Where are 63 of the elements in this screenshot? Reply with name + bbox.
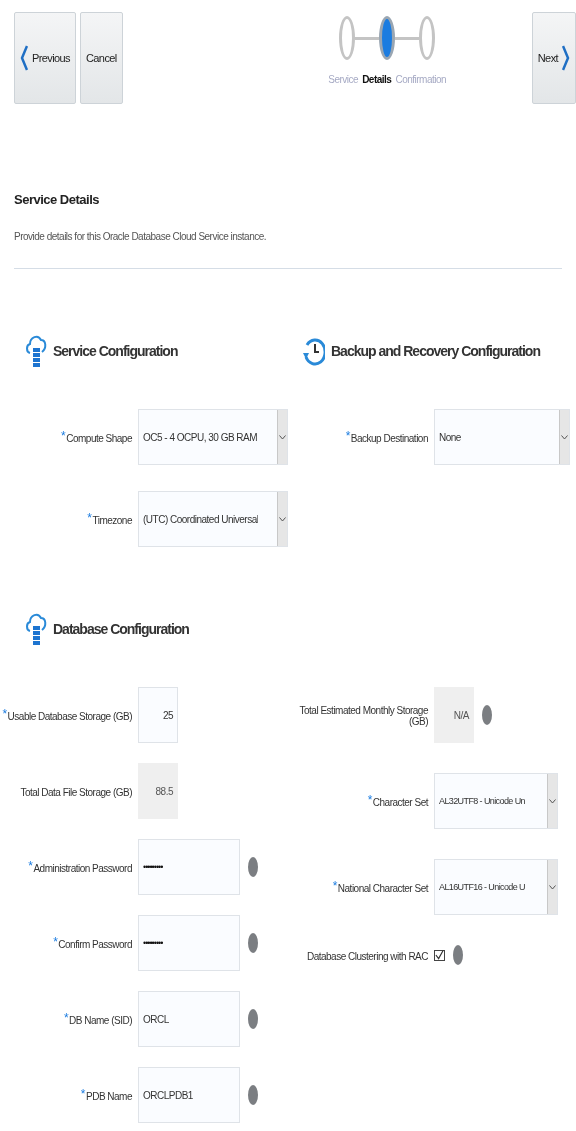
field-label: National Character Set xyxy=(337,881,428,894)
required-mark: * xyxy=(367,794,372,805)
dropdown-field[interactable]: AL16UTF16 - Unicode U xyxy=(434,859,558,915)
step-connector xyxy=(395,36,420,40)
dropdown-field[interactable]: AL32UTF8 - Unicode Un xyxy=(434,773,558,829)
required-mark: * xyxy=(28,860,33,871)
help-icon[interactable] xyxy=(248,857,258,877)
field-label: Database Clustering with RAC xyxy=(306,949,428,962)
step-dot[interactable] xyxy=(379,16,396,60)
chevron-right-icon xyxy=(562,45,570,71)
chevron-down-icon xyxy=(549,798,556,804)
input-field[interactable]: ORCLPDB1 xyxy=(138,1067,240,1123)
field-label: Total Data File Storage (GB) xyxy=(20,785,132,798)
step-dot[interactable] xyxy=(339,16,356,60)
help-icon[interactable] xyxy=(248,933,258,953)
checkbox[interactable] xyxy=(434,949,445,961)
field-label: PDB Name xyxy=(86,1089,132,1102)
readonly-field: N/A xyxy=(434,687,474,743)
field-label: Character Set xyxy=(372,795,428,808)
help-icon[interactable] xyxy=(482,705,492,725)
password-field[interactable]: ••••••••• xyxy=(138,915,240,971)
page-title: Service Details xyxy=(14,192,100,207)
required-mark: * xyxy=(332,880,337,891)
previous-button[interactable]: Previous xyxy=(14,12,76,104)
help-icon[interactable] xyxy=(248,1009,258,1029)
next-button[interactable]: Next xyxy=(531,12,576,104)
required-mark: * xyxy=(61,430,66,441)
section-title: Service Configuration xyxy=(53,343,178,359)
required-mark: * xyxy=(345,430,350,441)
chevron-down-icon xyxy=(549,884,556,890)
field-label: Compute Shape xyxy=(66,431,132,444)
dropdown-field[interactable]: None xyxy=(434,409,570,465)
help-icon[interactable] xyxy=(248,1085,258,1105)
dropdown-field[interactable]: (UTC) Coordinated Universal xyxy=(138,491,288,547)
input-field[interactable]: 25 xyxy=(138,687,178,743)
field-label: Confirm Password xyxy=(58,937,132,950)
field-label: DB Name (SID) xyxy=(69,1013,132,1026)
chevron-down-icon xyxy=(279,516,286,522)
step-connector xyxy=(355,36,380,40)
password-field[interactable]: ••••••••• xyxy=(138,839,240,895)
required-mark: * xyxy=(63,1012,69,1023)
help-icon[interactable] xyxy=(453,945,463,965)
chevron-down-icon xyxy=(279,434,286,440)
cancel-button[interactable]: Cancel xyxy=(80,12,123,104)
required-mark: * xyxy=(53,936,58,947)
required-mark: * xyxy=(87,512,92,523)
input-field[interactable]: ORCL xyxy=(138,991,240,1047)
dropdown-field[interactable]: OC5 - 4 OCPU, 30 GB RAM xyxy=(138,409,288,465)
field-label: Total Estimated Monthly Storage (GB) xyxy=(298,704,428,727)
required-mark: * xyxy=(2,708,7,719)
required-mark: * xyxy=(80,1088,85,1099)
chevron-down-icon xyxy=(561,434,568,440)
field-label: Usable Database Storage (GB) xyxy=(7,709,132,722)
section-title: Database Configuration xyxy=(53,621,189,637)
field-label: Administration Password xyxy=(33,861,132,874)
page-description: Provide details for this Oracle Database Cloud Service instance. xyxy=(14,231,268,242)
step-dot[interactable] xyxy=(419,16,436,60)
chevron-left-icon xyxy=(20,45,28,71)
field-label: Backup Destination xyxy=(350,431,428,444)
field-label: Timezone xyxy=(92,513,132,526)
section-title: Backup and Recovery Configuration xyxy=(331,343,540,359)
step-label[interactable]: Details xyxy=(362,74,392,85)
readonly-field: 88.5 xyxy=(138,763,178,819)
